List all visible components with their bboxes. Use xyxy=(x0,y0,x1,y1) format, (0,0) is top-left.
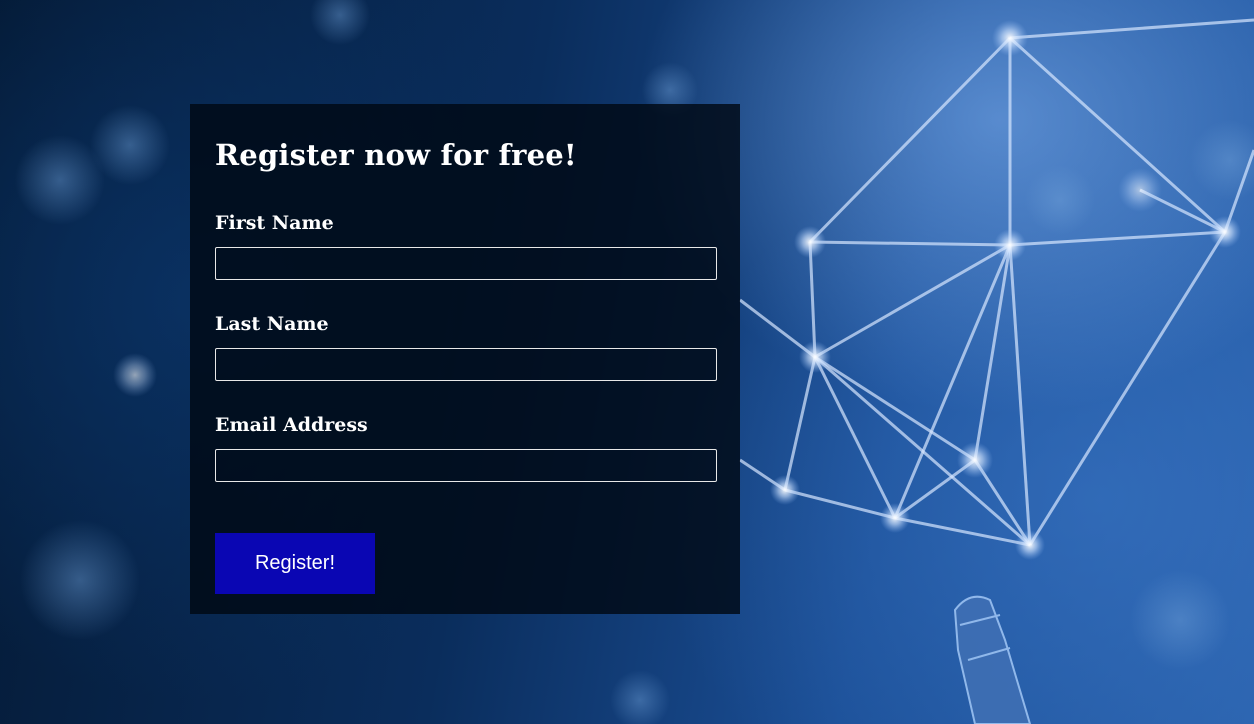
email-label: Email Address xyxy=(215,414,368,436)
first-name-field-group: First Name xyxy=(215,211,717,280)
last-name-input[interactable] xyxy=(215,348,717,381)
last-name-label: Last Name xyxy=(215,313,329,335)
first-name-label: First Name xyxy=(215,212,334,234)
form-title: Register now for free! xyxy=(215,138,577,172)
register-button[interactable]: Register! xyxy=(215,533,375,594)
robot-finger xyxy=(953,595,1032,724)
registration-card: Register now for free! First Name Last N… xyxy=(190,104,740,614)
email-field-group: Email Address xyxy=(215,413,717,482)
email-input[interactable] xyxy=(215,449,717,482)
last-name-field-group: Last Name xyxy=(215,312,717,381)
first-name-input[interactable] xyxy=(215,247,717,280)
